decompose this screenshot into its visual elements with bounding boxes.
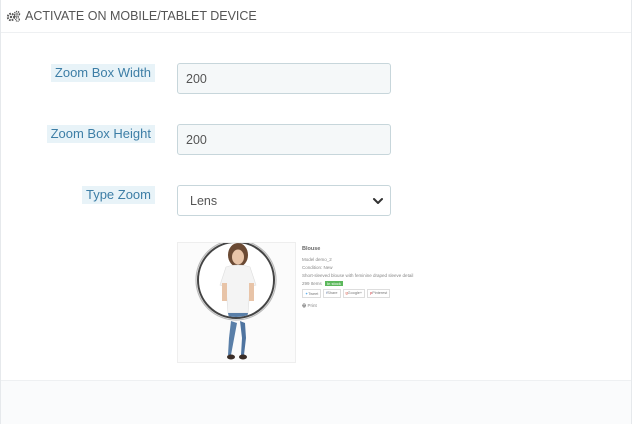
preview-product-image bbox=[177, 242, 296, 363]
preview-pinterest-label: Pinterest bbox=[372, 291, 388, 295]
preview-tweet-label: Tweet bbox=[308, 292, 319, 296]
settings-panel: ACTIVATE ON MOBILE/TABLET DEVICE Zoom Bo… bbox=[0, 0, 632, 424]
preview-info-line: Short-sleeved blouse with feminine drape… bbox=[302, 273, 414, 278]
preview-model-figure bbox=[195, 243, 277, 360]
preview-share-button: fShare bbox=[323, 289, 341, 298]
zoom-box-height-row: Zoom Box Height bbox=[1, 124, 631, 156]
preview-product-info: Blouse Model demo_2 Condition: New Short… bbox=[302, 246, 414, 326]
preview-print: 🖶 Print bbox=[302, 302, 397, 310]
type-zoom-selected-value: Lens bbox=[190, 193, 218, 208]
chevron-down-icon bbox=[373, 197, 383, 204]
preview-info-line: Condition: New bbox=[302, 265, 333, 270]
preview-google-button: gGoogle+ bbox=[342, 289, 366, 298]
zoom-box-height-input[interactable] bbox=[177, 124, 391, 155]
preview-tweet-button: ✦Tweet bbox=[302, 289, 322, 298]
print-icon: 🖶 bbox=[302, 303, 307, 308]
type-zoom-row: Type Zoom Lens bbox=[1, 185, 631, 217]
panel-title: ACTIVATE ON MOBILE/TABLET DEVICE bbox=[25, 9, 257, 23]
panel-footer bbox=[1, 380, 631, 424]
zoom-box-width-label: Zoom Box Width bbox=[50, 64, 155, 82]
zoom-type-preview: Blouse Model demo_2 Condition: New Short… bbox=[177, 242, 413, 363]
zoom-box-width-input[interactable] bbox=[177, 63, 391, 94]
zoom-box-width-row: Zoom Box Width bbox=[1, 63, 631, 95]
preview-google-label: Google+ bbox=[347, 291, 363, 295]
preview-stock-line: 299 Items In stock bbox=[302, 281, 397, 286]
preview-stock-badge: In stock bbox=[325, 281, 343, 286]
preview-share-buttons: ✦Tweet fShare gGoogle+ pPinterest bbox=[302, 289, 397, 298]
preview-pinterest-button: pPinterest bbox=[367, 289, 391, 298]
preview-stock-label: 299 Items bbox=[302, 281, 322, 286]
preview-product-name: Blouse bbox=[302, 246, 321, 252]
preview-share-label: Share bbox=[327, 291, 338, 295]
type-zoom-label: Type Zoom bbox=[81, 186, 155, 204]
preview-print-label: Print bbox=[307, 303, 317, 308]
zoom-box-height-label: Zoom Box Height bbox=[46, 125, 155, 143]
panel-heading: ACTIVATE ON MOBILE/TABLET DEVICE bbox=[1, 0, 631, 33]
preview-info-line: Model demo_2 bbox=[302, 257, 332, 262]
type-zoom-select[interactable]: Lens bbox=[177, 185, 391, 216]
gears-icon bbox=[6, 10, 21, 22]
